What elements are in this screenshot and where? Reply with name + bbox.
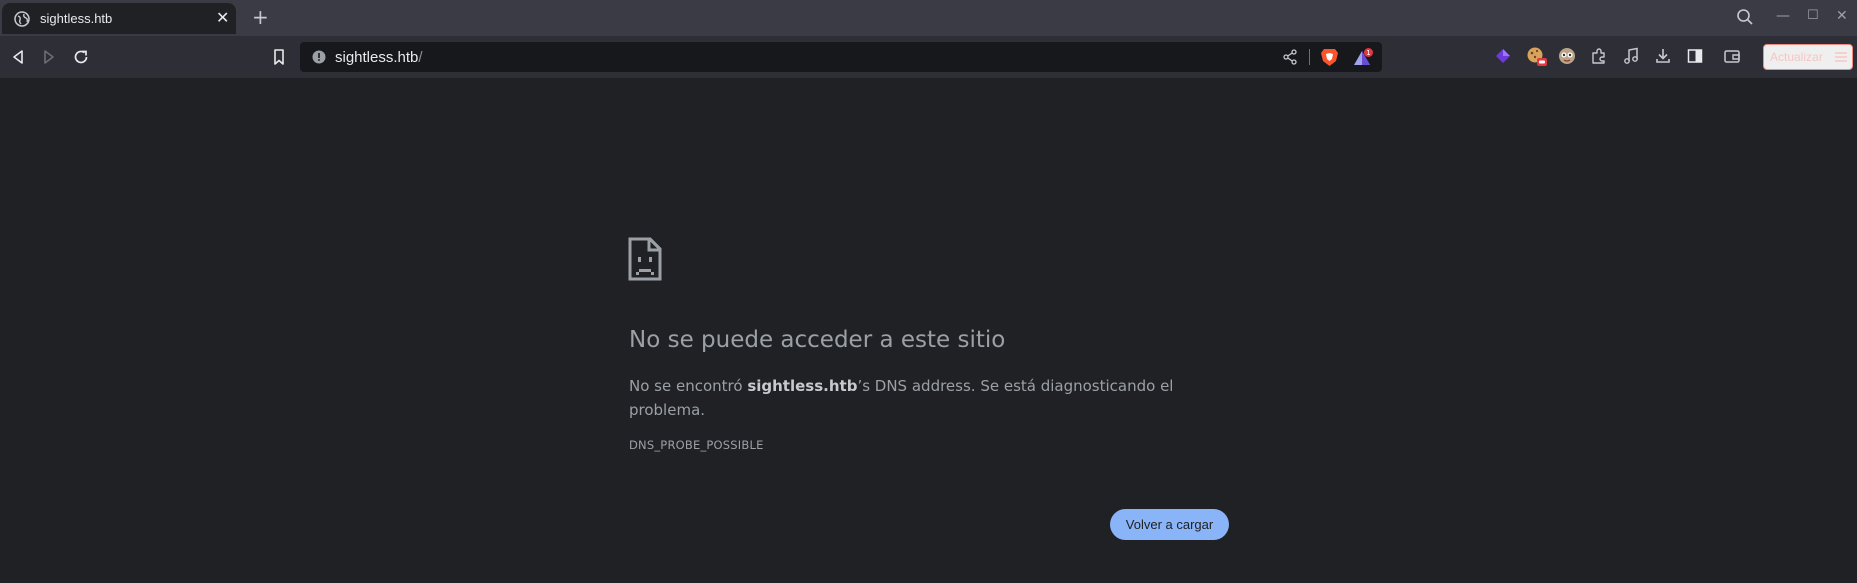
forward-icon[interactable] xyxy=(39,47,59,67)
maximize-button[interactable]: ☐ xyxy=(1807,8,1819,24)
tab-sightless[interactable]: sightless.htb ✕ xyxy=(2,3,236,34)
download-icon[interactable] xyxy=(1654,47,1672,65)
extension-cookie-icon[interactable] xyxy=(1526,46,1548,68)
error-desc-host: sightless.htb xyxy=(747,377,858,395)
error-code[interactable]: DNS_PROBE_POSSIBLE xyxy=(629,438,764,452)
menu-icon xyxy=(1835,52,1847,62)
sidebar-icon[interactable] xyxy=(1686,47,1704,65)
search-icon[interactable] xyxy=(1736,8,1754,26)
toolbar: sightless.htb/ 1 Actualizar xyxy=(0,36,1857,78)
url-host: sightless.htb xyxy=(335,49,419,66)
extension-icon[interactable] xyxy=(1590,47,1608,65)
extension-gem-icon[interactable] xyxy=(1494,47,1512,65)
minimize-button[interactable]: — xyxy=(1776,8,1790,24)
back-icon[interactable] xyxy=(8,47,28,67)
update-button[interactable]: Actualizar xyxy=(1763,44,1853,70)
bookmark-icon[interactable] xyxy=(269,47,289,67)
rewards-badge: 1 xyxy=(1366,49,1370,57)
extension-face-icon[interactable] xyxy=(1558,47,1576,65)
reload-icon[interactable] xyxy=(71,47,91,67)
sad-page-icon xyxy=(628,237,662,281)
brave-shields-icon[interactable] xyxy=(1320,47,1339,67)
music-icon[interactable] xyxy=(1622,47,1640,65)
tab-title: sightless.htb xyxy=(40,11,113,26)
omnibox-divider xyxy=(1309,49,1310,65)
tab-close-icon[interactable]: ✕ xyxy=(216,9,229,27)
new-tab-button[interactable]: + xyxy=(252,6,269,28)
tab-strip: sightless.htb ✕ + — ☐ ✕ xyxy=(0,0,1857,36)
share-icon[interactable] xyxy=(1281,48,1299,66)
brave-rewards-icon[interactable]: 1 xyxy=(1353,48,1375,68)
error-description: No se encontró sightless.htb’s DNS addre… xyxy=(629,374,1189,422)
wallet-icon[interactable] xyxy=(1723,47,1741,65)
error-desc-prefix: No se encontró xyxy=(629,377,748,395)
info-icon[interactable] xyxy=(312,50,326,64)
url-text[interactable]: sightless.htb/ xyxy=(335,49,423,66)
address-bar[interactable]: sightless.htb/ 1 xyxy=(300,42,1382,72)
close-window-button[interactable]: ✕ xyxy=(1836,8,1848,24)
update-label: Actualizar xyxy=(1770,50,1823,64)
url-path: / xyxy=(418,49,423,66)
reload-button[interactable]: Volver a cargar xyxy=(1110,509,1229,540)
error-title: No se puede acceder a este sitio xyxy=(629,327,1006,353)
globe-icon xyxy=(14,11,30,27)
